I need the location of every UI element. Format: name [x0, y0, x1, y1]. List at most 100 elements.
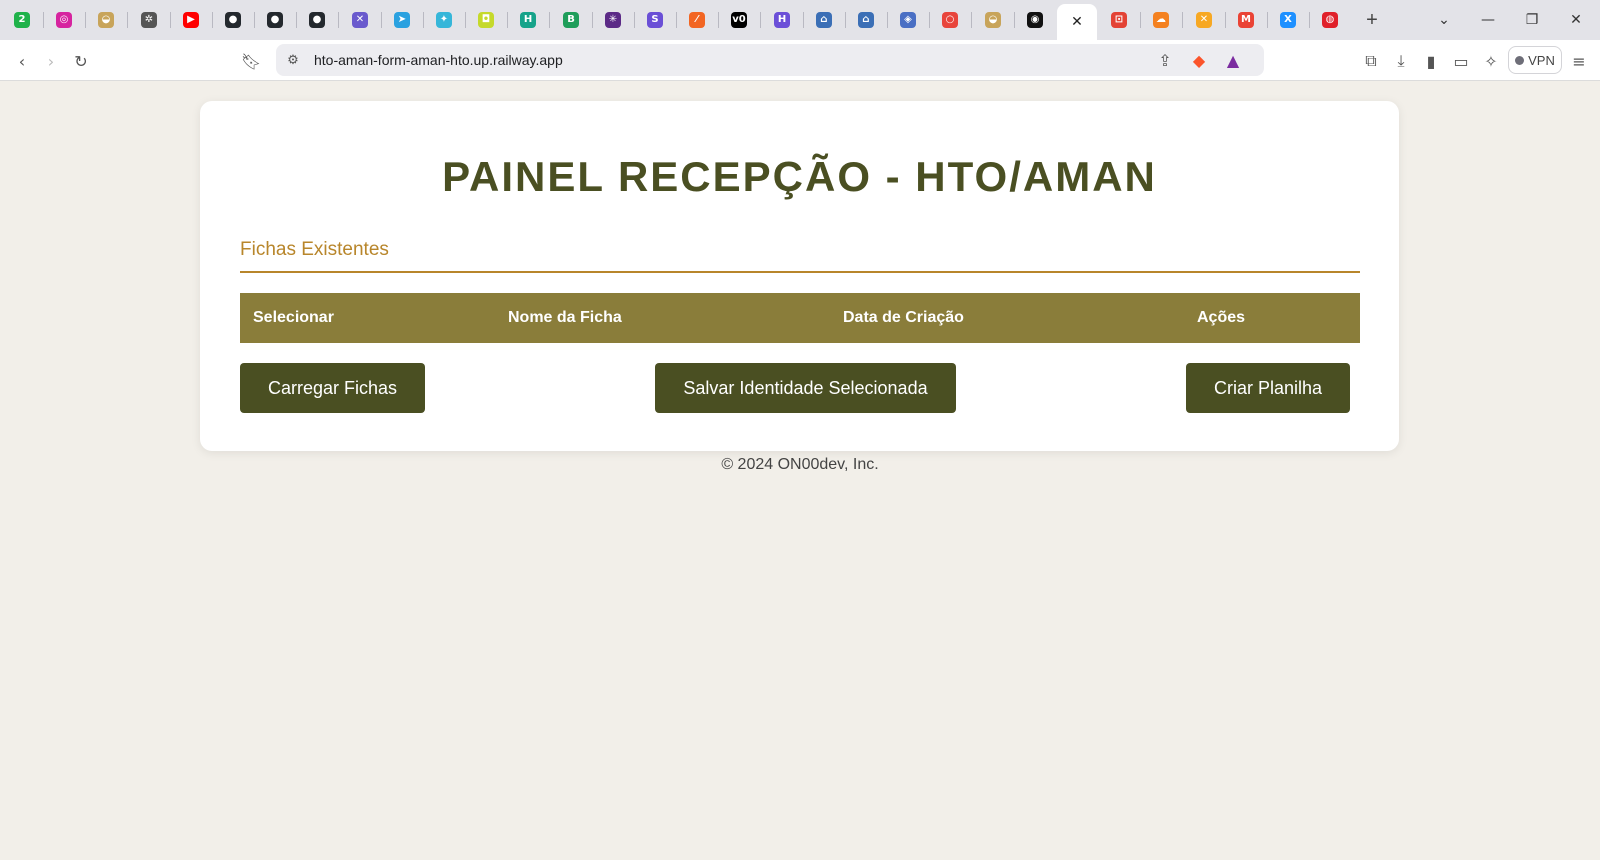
browser-tab[interactable]: 2 — [2, 4, 42, 36]
house-icon: ⌂ — [858, 12, 874, 28]
new-tab-button[interactable]: + — [1352, 4, 1392, 36]
browser-tab[interactable]: H — [508, 4, 548, 36]
back-icon[interactable]: ‹ — [9, 48, 35, 74]
shield-icon: ◈ — [900, 12, 916, 28]
browser-tab[interactable]: ✕ — [340, 4, 380, 36]
download-icon[interactable]: ⤓ — [1388, 48, 1414, 74]
table-header: Selecionar Nome da Ficha Data de Criação… — [240, 293, 1360, 343]
site-settings-icon[interactable]: ⚙ — [280, 47, 306, 73]
load-records-button[interactable]: Carregar Fichas — [240, 363, 425, 413]
create-spreadsheet-button[interactable]: Criar Planilha — [1186, 363, 1350, 413]
cloudflare-icon: ☁ — [1153, 12, 1169, 28]
bowl-icon: ◒ — [985, 12, 1001, 28]
arrow-icon: ✦ — [436, 12, 452, 28]
cross-icon: ✕ — [352, 12, 368, 28]
tab-separator — [971, 12, 972, 28]
restore-icon[interactable]: ❐ — [1510, 0, 1554, 40]
browser-tab[interactable]: H — [762, 4, 802, 36]
extensions-icon[interactable]: ⧉ — [1358, 48, 1384, 74]
header-acoes: Ações — [1197, 309, 1246, 326]
instagram-icon: ◎ — [56, 12, 72, 28]
browser-tab[interactable]: ● — [213, 4, 253, 36]
browser-tab[interactable]: ✳ — [593, 4, 633, 36]
vpn-label: VPN — [1528, 52, 1555, 68]
x-blue-icon: X — [1280, 12, 1296, 28]
browser-tab[interactable]: ✕ — [1057, 4, 1097, 40]
menu-icon[interactable]: ≡ — [1566, 48, 1592, 74]
browser-tab[interactable]: ▶ — [171, 4, 211, 36]
mask-icon: ◉ — [1027, 12, 1043, 28]
browser-tab[interactable]: ◍ — [1310, 4, 1350, 36]
browser-tab[interactable]: ✦ — [424, 4, 464, 36]
section-title: Fichas Existentes — [240, 239, 389, 260]
browser-tab[interactable]: M — [1226, 4, 1266, 36]
browser-tab[interactable]: ☁ — [1141, 4, 1181, 36]
browser-tab[interactable]: ○ — [930, 4, 970, 36]
browser-tab[interactable]: v0 — [719, 4, 759, 36]
github-icon: ● — [309, 12, 325, 28]
youtube-icon: ▶ — [183, 12, 199, 28]
browser-tab[interactable]: ⁄ — [677, 4, 717, 36]
close-icon: ✕ — [1071, 14, 1083, 30]
browser-tab[interactable]: ✕ — [1184, 4, 1224, 36]
circle-icon: ◍ — [1322, 12, 1338, 28]
browser-tab[interactable]: ⊡ — [1099, 4, 1139, 36]
browser-toolbar: ‹ › ↻ 🔖︎ ⚙ hto-aman-form-aman-hto.up.rai… — [0, 40, 1600, 81]
browser-tab[interactable]: B — [551, 4, 591, 36]
save-identity-button[interactable]: Salvar Identidade Selecionada — [655, 363, 956, 413]
tab-search-chevron-icon[interactable]: ⌄ — [1422, 0, 1466, 40]
browser-tab[interactable]: S — [635, 4, 675, 36]
url-text[interactable]: hto-aman-form-aman-hto.up.railway.app — [314, 52, 563, 68]
vpn-status-dot — [1515, 55, 1525, 65]
h-purple-icon: H — [774, 12, 790, 28]
browser-tab[interactable]: ◒ — [86, 4, 126, 36]
page-title: PAINEL RECEPÇÃO - HTO/AMAN — [442, 153, 1157, 200]
browser-tab[interactable]: ◎ — [44, 4, 84, 36]
forward-icon[interactable]: › — [38, 48, 64, 74]
sidebar-icon[interactable]: ▮ — [1418, 48, 1444, 74]
slash-icon: ⁄ — [689, 12, 705, 28]
browser-tab[interactable]: ● — [255, 4, 295, 36]
gmail-icon: M — [1238, 12, 1254, 28]
openai-icon: ✲ — [141, 12, 157, 28]
address-bar[interactable]: ⚙ hto-aman-form-aman-hto.up.railway.app … — [276, 44, 1264, 76]
browser-tab[interactable]: ⌂ — [804, 4, 844, 36]
window-close-icon[interactable]: ✕ — [1554, 0, 1598, 40]
vpn-button[interactable]: VPN — [1508, 46, 1562, 74]
share-icon[interactable]: ⇪ — [1152, 47, 1178, 73]
reload-icon[interactable]: ↻ — [68, 48, 94, 74]
browser-tab[interactable]: ◘ — [466, 4, 506, 36]
browser-tab[interactable]: ⌂ — [846, 4, 886, 36]
header-selecionar: Selecionar — [253, 309, 334, 326]
robot-icon: ◘ — [478, 12, 494, 28]
brave-rewards-icon[interactable]: ▲ — [1220, 47, 1246, 73]
h-icon: H — [520, 12, 536, 28]
wallet-icon[interactable]: ▭ — [1448, 48, 1474, 74]
tab-separator — [549, 12, 550, 28]
minimize-icon[interactable]: — — [1466, 0, 1510, 40]
vercel-icon: v0 — [731, 12, 747, 28]
leo-ai-icon[interactable]: ✧ — [1478, 48, 1504, 74]
github-icon: ● — [225, 12, 241, 28]
telegram-icon: ➤ — [394, 12, 410, 28]
green-2-icon: 2 — [14, 12, 30, 28]
bowl-icon: ◒ — [98, 12, 114, 28]
browser-tab[interactable]: X — [1268, 4, 1308, 36]
tab-separator — [338, 12, 339, 28]
browser-tab[interactable]: ➤ — [382, 4, 422, 36]
b-icon: B — [563, 12, 579, 28]
s-icon: S — [647, 12, 663, 28]
browser-tab[interactable]: ◈ — [888, 4, 928, 36]
house-icon: ⌂ — [816, 12, 832, 28]
browser-tab[interactable]: ● — [297, 4, 337, 36]
brave-shield-icon[interactable]: ◆ — [1186, 47, 1212, 73]
browser-tab[interactable]: ◒ — [973, 4, 1013, 36]
tab-separator — [760, 12, 761, 28]
header-data-de-criacao: Data de Criação — [843, 309, 964, 326]
ring-icon: ○ — [942, 12, 958, 28]
browser-tab[interactable]: ✲ — [129, 4, 169, 36]
lock-icon: ⊡ — [1111, 12, 1127, 28]
bookmark-icon[interactable]: 🔖︎ — [238, 48, 264, 74]
browser-tab[interactable]: ◉ — [1015, 4, 1055, 36]
section-divider — [240, 271, 1360, 273]
